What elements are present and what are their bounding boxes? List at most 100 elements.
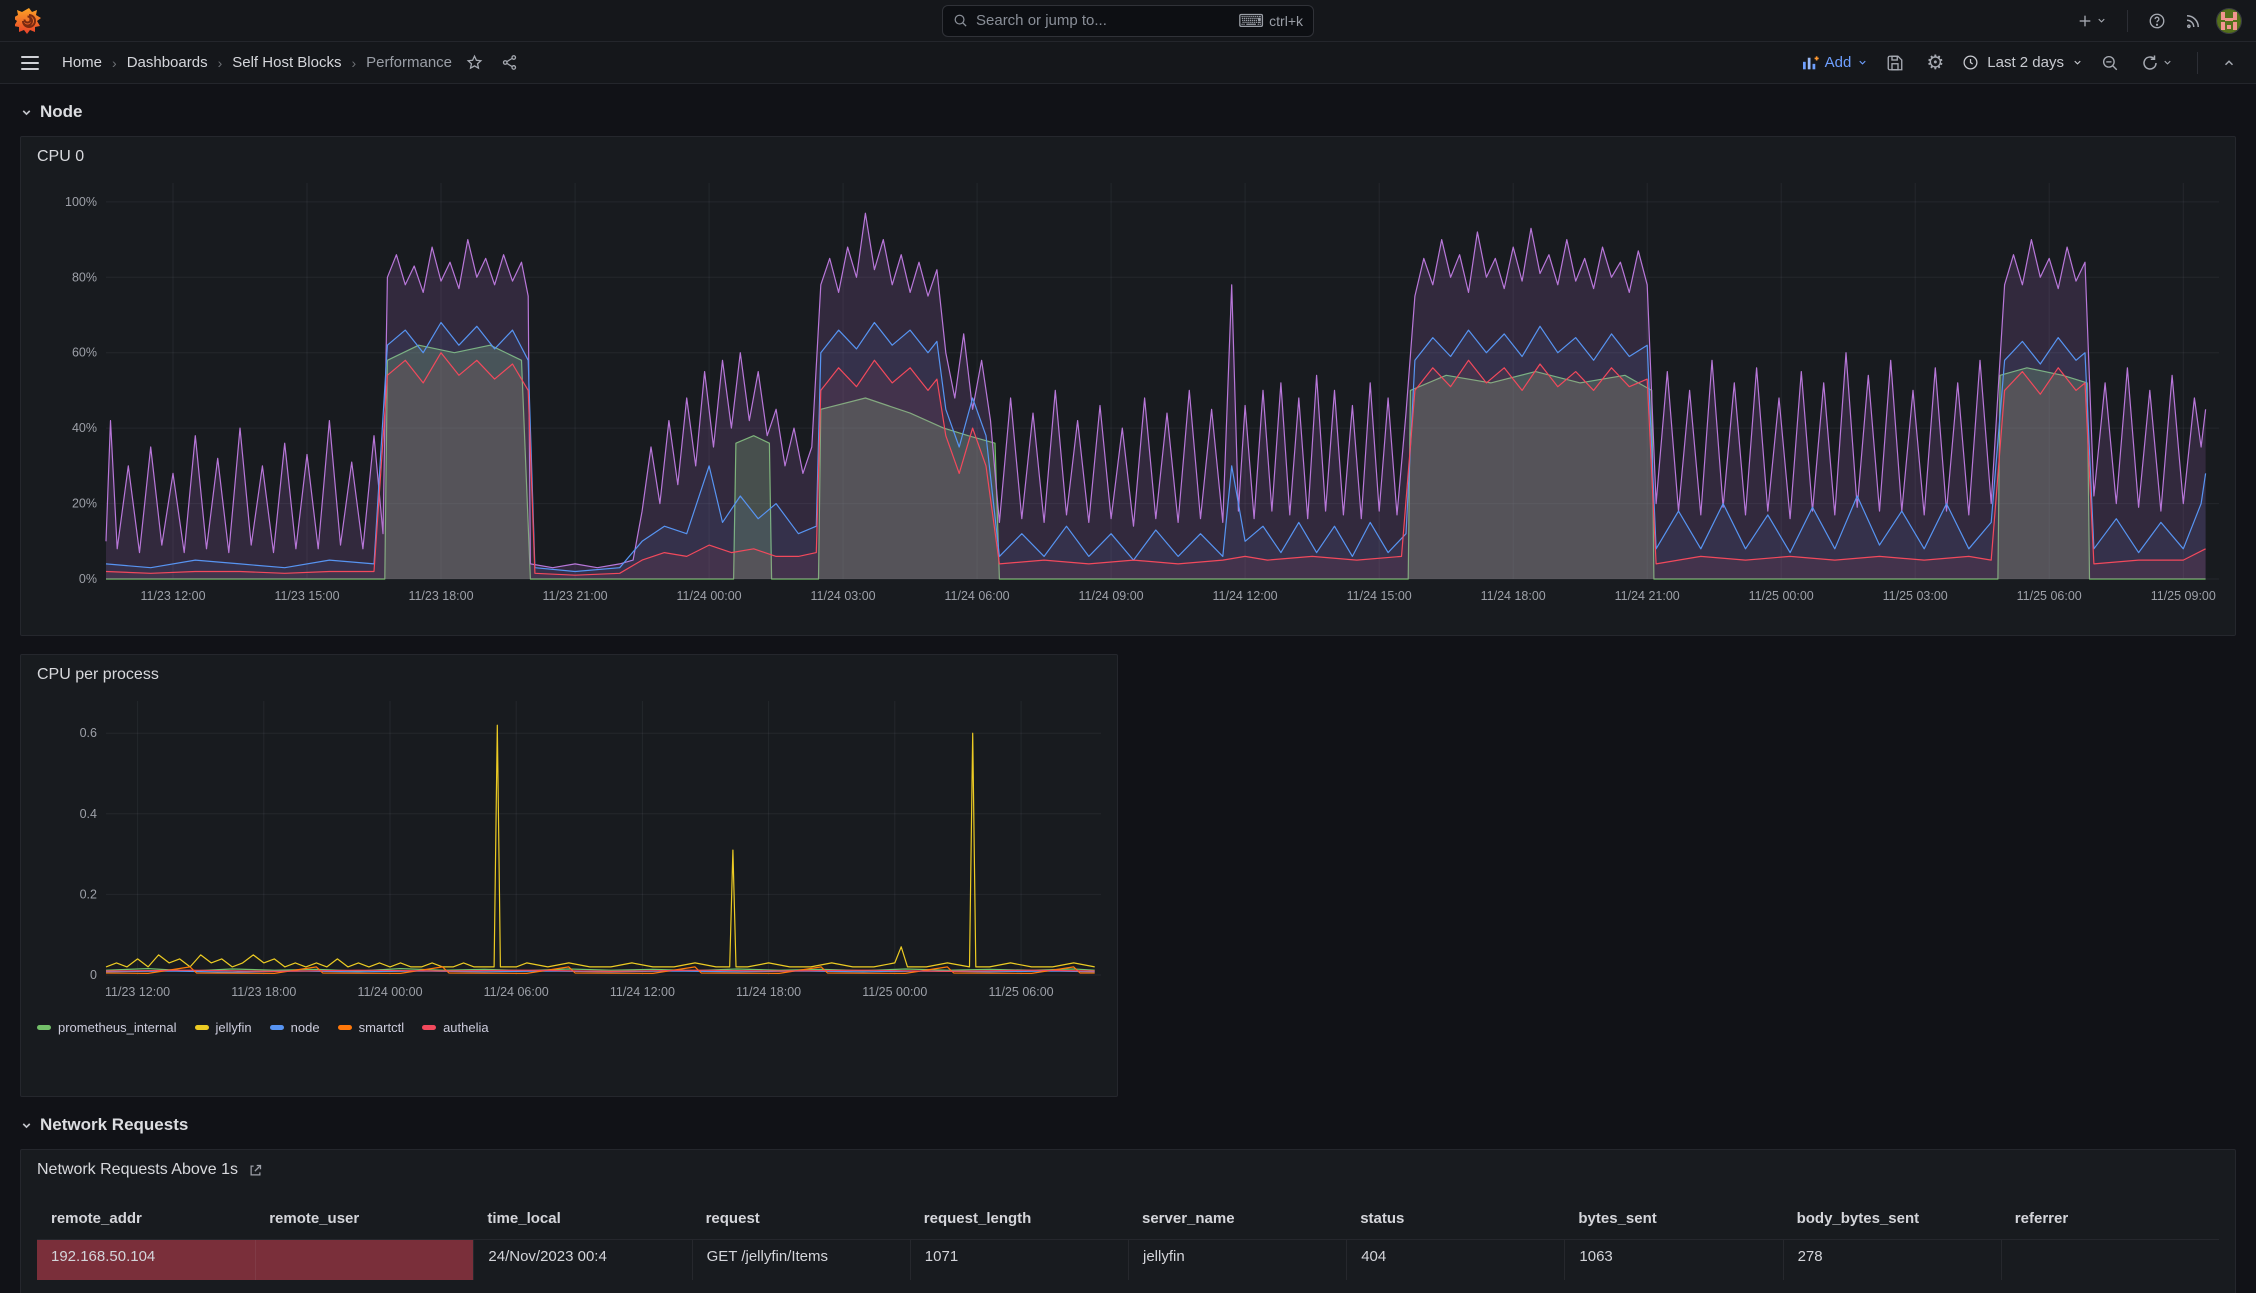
cpu-per-process-legend: prometheus_internal jellyfin node smartctl a…	[21, 1014, 1117, 1045]
svg-text:11/25 03:00: 11/25 03:00	[1883, 589, 1948, 603]
legend-swatch	[37, 1025, 51, 1030]
help-button[interactable]	[2144, 8, 2170, 34]
column-header-request[interactable]: request	[692, 1210, 910, 1227]
zoom-out-icon	[2102, 55, 2118, 70]
cell-status: 404	[1346, 1240, 1564, 1280]
column-header-body-bytes-sent[interactable]: body_bytes_sent	[1783, 1210, 2001, 1227]
divider	[2127, 9, 2128, 32]
breadcrumb-dashboards[interactable]: Dashboards	[127, 54, 208, 71]
legend-swatch	[337, 1025, 352, 1030]
svg-text:0: 0	[90, 968, 97, 982]
column-header-bytes-sent[interactable]: bytes_sent	[1564, 1210, 1782, 1227]
cell-server-name: jellyfin	[1127, 1240, 1346, 1280]
column-header-request-length[interactable]: request_length	[910, 1210, 1128, 1227]
legend-item-prometheus_internal[interactable]: prometheus_internal	[37, 1020, 177, 1035]
legend-item-node[interactable]: node	[269, 1020, 320, 1035]
svg-text:11/24 12:00: 11/24 12:00	[610, 985, 675, 999]
chevron-down-icon	[22, 1122, 31, 1128]
rss-icon	[2186, 14, 2199, 28]
user-avatar[interactable]	[2216, 7, 2242, 34]
column-header-server-name[interactable]: server_name	[1128, 1210, 1346, 1227]
svg-text:11/25 06:00: 11/25 06:00	[989, 985, 1054, 999]
svg-text:11/23 12:00: 11/23 12:00	[140, 589, 205, 603]
zoom-out-button[interactable]	[2097, 50, 2123, 76]
refresh-button[interactable]	[2137, 50, 2177, 76]
collapse-toolbar-button[interactable]	[2218, 52, 2240, 74]
row-node[interactable]: Node	[20, 102, 2236, 122]
dashboard-settings-button[interactable]: ⚙	[1922, 49, 1948, 77]
svg-text:11/24 00:00: 11/24 00:00	[357, 985, 422, 999]
chevron-up-icon	[2224, 59, 2234, 65]
search-input[interactable]: Search or jump to... ⌨ ctrl+k	[942, 4, 1314, 37]
svg-text:11/25 06:00: 11/25 06:00	[2017, 589, 2082, 603]
add-panel-icon	[1802, 56, 1819, 70]
cell-remote-addr: 192.168.50.104	[37, 1240, 256, 1280]
star-icon	[466, 54, 483, 70]
svg-text:80%: 80%	[72, 270, 97, 284]
row-network-requests[interactable]: Network Requests	[20, 1115, 2236, 1135]
panel-network-requests: Network Requests Above 1s remote_addr re…	[20, 1149, 2236, 1293]
top-nav-bar: Search or jump to... ⌨ ctrl+k	[0, 0, 2256, 42]
panel-cpu-per-process: CPU per process 0 0.2 0.4 0.6 11/23 12:00 11/…	[20, 654, 1118, 1097]
chevron-down-icon	[22, 109, 31, 115]
svg-text:11/24 06:00: 11/24 06:00	[484, 985, 549, 999]
column-header-remote-user[interactable]: remote_user	[255, 1210, 473, 1227]
column-header-referrer[interactable]: referrer	[2001, 1210, 2219, 1227]
svg-text:11/23 18:00: 11/23 18:00	[408, 589, 473, 603]
breadcrumb-home[interactable]: Home	[62, 54, 102, 71]
share-button[interactable]	[497, 50, 522, 75]
svg-text:11/25 09:00: 11/25 09:00	[2151, 589, 2216, 603]
legend-item-authelia[interactable]: authelia	[422, 1020, 489, 1035]
chevron-down-icon	[2074, 60, 2081, 65]
panel-network-requests-title[interactable]: Network Requests Above 1s	[37, 1161, 238, 1179]
cpu-per-process-chart[interactable]: 0 0.2 0.4 0.6 11/23 12:00 11/23 18:00 11/24 00…	[21, 689, 1117, 1009]
svg-text:20%: 20%	[72, 497, 97, 511]
table-row[interactable]: 192.168.50.104 24/Nov/2023 00:4 GET /jel…	[37, 1240, 2219, 1280]
search-icon	[954, 14, 967, 27]
add-panel-button[interactable]: Add	[1802, 54, 1869, 71]
favorite-button[interactable]	[462, 50, 487, 75]
svg-text:11/23 18:00: 11/23 18:00	[231, 985, 296, 999]
svg-text:100%: 100%	[65, 195, 97, 209]
time-range-picker[interactable]: Last 2 days	[1962, 54, 2083, 71]
svg-text:11/23 15:00: 11/23 15:00	[274, 589, 339, 603]
refresh-icon	[2143, 55, 2157, 70]
legend-item-smartctl[interactable]: smartctl	[337, 1020, 404, 1035]
news-button[interactable]	[2180, 8, 2206, 34]
svg-text:11/23 12:00: 11/23 12:00	[105, 985, 170, 999]
svg-text:60%: 60%	[72, 346, 97, 360]
share-icon	[502, 55, 517, 70]
clock-icon	[1963, 55, 1978, 70]
svg-text:0%: 0%	[79, 572, 97, 586]
table-header-row: remote_addr remote_user time_local reque…	[37, 1184, 2219, 1240]
external-link-icon[interactable]	[248, 1163, 263, 1178]
cell-request-length: 1071	[909, 1240, 1128, 1280]
breadcrumb-current: Performance	[366, 54, 453, 71]
cpu0-chart[interactable]: 0% 20% 40% 60% 80% 100% 11/23 12:00 11/23 15:00…	[21, 171, 2235, 613]
help-icon	[2149, 13, 2165, 28]
svg-text:11/24 03:00: 11/24 03:00	[811, 589, 876, 603]
column-header-remote-addr[interactable]: remote_addr	[37, 1210, 255, 1227]
svg-text:0.6: 0.6	[80, 726, 97, 740]
panel-cpu-per-process-title[interactable]: CPU per process	[37, 666, 159, 684]
panel-cpu0-title[interactable]: CPU 0	[37, 148, 84, 166]
chevron-down-icon	[1859, 60, 1866, 65]
time-range-label: Last 2 days	[1987, 54, 2064, 71]
legend-item-jellyfin[interactable]: jellyfin	[194, 1020, 252, 1035]
cell-time-local: 24/Nov/2023 00:4	[473, 1240, 691, 1280]
divider	[2197, 51, 2198, 74]
svg-text:11/25 00:00: 11/25 00:00	[1749, 589, 1814, 603]
column-header-status[interactable]: status	[1346, 1210, 1564, 1227]
svg-text:11/24 06:00: 11/24 06:00	[945, 589, 1010, 603]
network-requests-table: remote_addr remote_user time_local reque…	[21, 1184, 2235, 1280]
menu-toggle-button[interactable]	[16, 51, 44, 75]
keyboard-icon: ⌨	[1238, 10, 1265, 31]
save-dashboard-button[interactable]	[1882, 50, 1908, 76]
breadcrumb-folder[interactable]: Self Host Blocks	[232, 54, 341, 71]
grafana-logo[interactable]	[14, 6, 44, 36]
new-menu-button[interactable]	[2073, 9, 2111, 33]
svg-text:11/24 18:00: 11/24 18:00	[736, 985, 801, 999]
svg-text:11/24 15:00: 11/24 15:00	[1347, 589, 1412, 603]
column-header-time-local[interactable]: time_local	[473, 1210, 691, 1227]
cell-request: GET /jellyfin/Items	[691, 1240, 910, 1280]
